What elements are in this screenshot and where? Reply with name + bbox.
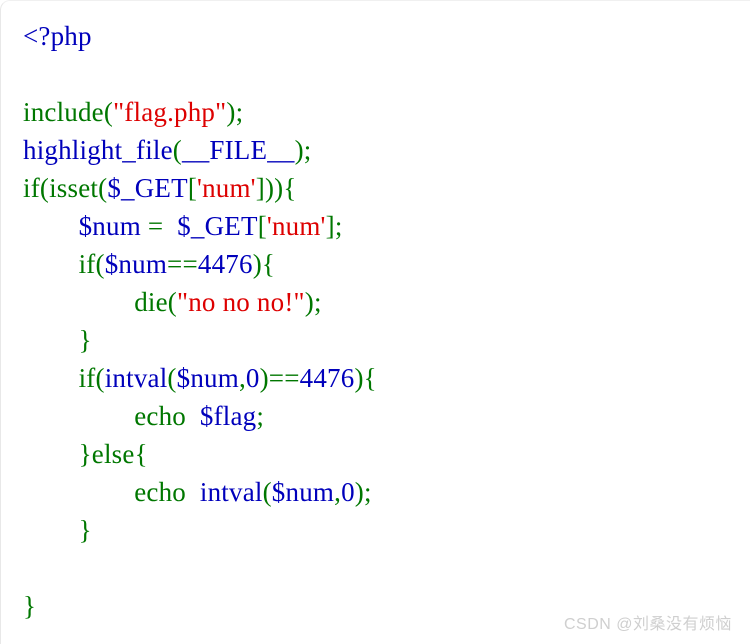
code-token: if <box>23 173 40 203</box>
code-token: ( <box>98 173 108 203</box>
code-token: } <box>78 515 92 545</box>
code-token: ] <box>255 173 265 203</box>
code-token: ( <box>95 363 105 393</box>
code-token: ( <box>167 287 177 317</box>
code-token: else <box>91 439 135 469</box>
code-token: == <box>268 363 300 393</box>
code-token: { <box>134 439 148 469</box>
code-token: 0 <box>245 363 260 393</box>
code-line: }else{ <box>23 439 148 469</box>
code-token: ; <box>303 135 312 165</box>
code-token: ; <box>363 477 372 507</box>
code-line: } <box>23 515 92 545</box>
code-token: ( <box>167 363 177 393</box>
code-token: ( <box>95 249 105 279</box>
code-token: include <box>23 97 104 127</box>
code-token: if <box>78 249 96 279</box>
code-line: } <box>23 325 92 355</box>
code-token: } <box>78 439 92 469</box>
code-token: ) <box>252 249 262 279</box>
code-token: { <box>363 363 377 393</box>
code-token: intval <box>199 477 263 507</box>
code-line: if(isset($_GET['num'])){ <box>23 173 297 203</box>
csdn-watermark: CSDN @刘桑没有烦恼 <box>563 616 732 633</box>
code-token: ( <box>262 477 272 507</box>
code-line: highlight_file(__FILE__); <box>23 135 312 165</box>
code-token: == <box>167 249 198 279</box>
code-token: die <box>134 287 168 317</box>
code-token: 4476 <box>197 249 253 279</box>
code-token: ) <box>354 363 364 393</box>
code-token: , <box>238 363 246 393</box>
code-token: highlight_file <box>23 135 173 165</box>
code-token: } <box>23 591 37 621</box>
code-token: ) <box>259 363 269 393</box>
code-token: $_GET <box>177 211 258 241</box>
code-token: = <box>140 211 171 241</box>
code-token: ) <box>264 173 275 203</box>
code-token: ) <box>274 173 284 203</box>
code-line: include("flag.php"); <box>23 97 243 127</box>
code-line: echo intval($num,0); <box>23 477 372 507</box>
code-token: <?php <box>23 21 92 51</box>
code-token: ( <box>39 173 50 203</box>
code-token: } <box>78 325 92 355</box>
code-line: <?php <box>23 21 92 51</box>
code-token: "no no no!" <box>177 287 305 317</box>
code-token: $num <box>78 211 141 241</box>
code-token: __FILE__ <box>182 135 295 165</box>
code-token: [ <box>257 211 267 241</box>
code-token: intval <box>104 363 168 393</box>
code-token: ; <box>334 211 343 241</box>
code-token: 'num' <box>266 211 326 241</box>
code-card: <?php include("flag.php"); highlight_fil… <box>0 0 750 644</box>
code-token: ) <box>304 287 314 317</box>
code-token: $num <box>176 363 239 393</box>
code-token: $num <box>271 477 335 507</box>
code-token: ( <box>172 135 182 165</box>
code-token: 'num' <box>197 173 256 203</box>
code-token: $_GET <box>107 173 188 203</box>
code-token: { <box>261 249 276 279</box>
code-token: ; <box>256 401 265 431</box>
code-token: echo <box>134 401 186 431</box>
code-line: } <box>23 591 36 621</box>
code-token: $flag <box>199 401 257 431</box>
code-line: if(intval($num,0)==4476){ <box>23 363 377 393</box>
code-token: 4476 <box>299 363 355 393</box>
code-token: $num <box>104 249 168 279</box>
code-token: ; <box>235 97 244 127</box>
code-token: ( <box>103 97 114 127</box>
code-line: $num = $_GET['num']; <box>23 211 343 241</box>
code-token: [ <box>187 173 198 203</box>
code-line: echo $flag; <box>23 401 264 431</box>
php-source-code: <?php include("flag.php"); highlight_fil… <box>23 17 750 625</box>
code-token: ) <box>294 135 304 165</box>
code-token: if <box>78 363 96 393</box>
code-token: 0 <box>341 477 355 507</box>
code-token: isset <box>49 173 99 203</box>
code-line: if($num==4476){ <box>23 249 275 279</box>
code-token: ; <box>313 287 322 317</box>
code-line: die("no no no!"); <box>23 287 322 317</box>
code-token: echo <box>134 477 186 507</box>
code-token: ] <box>325 211 335 241</box>
code-token: ) <box>354 477 364 507</box>
code-token: ) <box>226 97 236 127</box>
code-token: "flag.php" <box>113 97 227 127</box>
code-token: { <box>283 173 297 203</box>
